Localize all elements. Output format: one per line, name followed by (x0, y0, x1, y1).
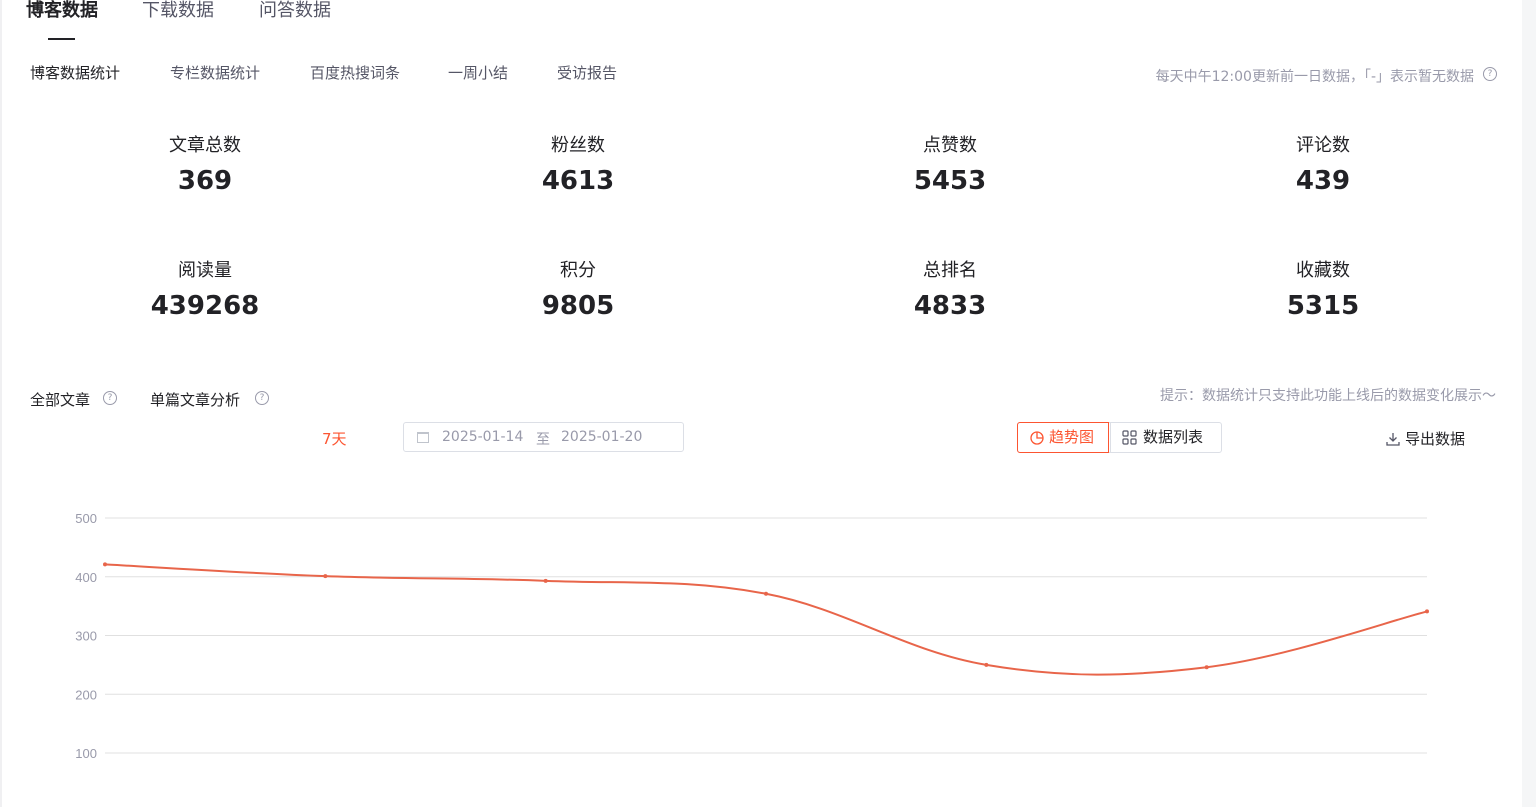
data-list-button[interactable]: 数据列表 (1110, 423, 1222, 452)
series-line (104, 563, 1428, 676)
stat-label: 粉丝数 (551, 135, 605, 156)
question-circle-icon[interactable]: ? (255, 391, 269, 405)
stat-rank: 总排名 4833 (840, 259, 1060, 321)
download-icon (1386, 433, 1400, 446)
trend-chart-svg: 100 200 300 400 500 (75, 511, 1429, 761)
stat-views: 阅读量 439268 (95, 259, 315, 321)
stat-label: 收藏数 (1296, 260, 1350, 281)
stat-value: 5315 (1286, 291, 1360, 321)
stat-value: 9805 (541, 291, 615, 321)
subtab-weekly-summary[interactable]: 一周小结 (448, 62, 508, 83)
y-tick-label: 500 (75, 511, 97, 526)
y-tick-label: 200 (75, 687, 97, 702)
stat-points: 积分 9805 (468, 259, 688, 321)
data-list-label: 数据列表 (1143, 428, 1204, 446)
export-data-button[interactable]: 导出数据 (1385, 428, 1465, 449)
data-point[interactable] (1425, 609, 1429, 614)
trend-chart-label: 趋势图 (1049, 428, 1095, 446)
stat-comments: 评论数 439 (1213, 134, 1433, 196)
data-point[interactable] (103, 562, 107, 567)
stat-value: 4613 (541, 166, 615, 196)
subtab-baidu-hot[interactable]: 百度热搜词条 (310, 62, 400, 83)
stat-value: 5453 (913, 166, 987, 196)
stat-fans: 粉丝数 4613 (468, 134, 688, 196)
subtab-column-stats[interactable]: 专栏数据统计 (170, 62, 260, 83)
subtab-visit-report[interactable]: 受访报告 (557, 62, 617, 83)
start-date[interactable]: 2025-01-14 (442, 429, 523, 445)
update-note: 每天中午12:00更新前一日数据，「-」表示暂无数据 (1155, 69, 1474, 85)
tab-download-data[interactable]: 下载数据 (142, 0, 214, 22)
data-point[interactable] (984, 662, 989, 667)
y-tick-label: 100 (75, 746, 97, 761)
stat-value: 439 (1295, 166, 1351, 196)
stat-label: 文章总数 (169, 135, 241, 156)
active-tab-indicator (48, 38, 75, 40)
stat-label: 点赞数 (923, 135, 977, 156)
date-separator: 至 (536, 432, 550, 448)
data-point[interactable] (543, 578, 548, 583)
tab-all-articles[interactable]: 全部文章 (30, 389, 90, 410)
calendar-icon (417, 432, 429, 443)
range-7-days-button[interactable]: 7天 (322, 428, 347, 449)
pie-chart-icon (1030, 431, 1044, 445)
question-circle-icon[interactable]: ? (103, 391, 117, 405)
blog-data-page: 博客数据 下载数据 问答数据 博客数据统计 专栏数据统计 百度热搜词条 一周小结… (0, 0, 1536, 807)
hint-text: 提示：数据统计只支持此功能上线后的数据变化展示～ (1160, 388, 1496, 404)
stat-value: 369 (177, 166, 233, 196)
export-label: 导出数据 (1405, 430, 1466, 448)
subtab-blog-stats[interactable]: 博客数据统计 (30, 62, 120, 83)
y-tick-label: 400 (75, 570, 97, 585)
stat-favorites: 收藏数 5315 (1213, 259, 1433, 321)
stat-value: 439268 (150, 291, 260, 321)
data-point[interactable] (764, 591, 768, 596)
date-range-picker[interactable]: 2025-01-14 至 2025-01-20 (403, 422, 684, 452)
stat-likes: 点赞数 5453 (840, 134, 1060, 196)
stat-label: 总排名 (923, 260, 977, 281)
tab-blog-data[interactable]: 博客数据 (26, 0, 98, 22)
stat-value: 4833 (913, 291, 987, 321)
data-point[interactable] (1204, 665, 1209, 670)
question-circle-icon[interactable]: ? (1483, 67, 1497, 81)
grid-icon (1122, 430, 1137, 445)
tab-single-article[interactable]: 单篇文章分析 (150, 389, 240, 410)
trend-chart-button[interactable]: 趋势图 (1017, 422, 1109, 453)
stat-label: 评论数 (1296, 135, 1350, 156)
view-toggle: 趋势图 数据列表 (1017, 422, 1222, 453)
tab-qa-data[interactable]: 问答数据 (259, 0, 331, 22)
stat-label: 积分 (560, 260, 596, 281)
y-tick-label: 300 (75, 629, 97, 644)
stat-label: 阅读量 (178, 260, 232, 281)
end-date[interactable]: 2025-01-20 (561, 429, 642, 445)
stat-articles: 文章总数 369 (95, 134, 315, 196)
trend-chart: 100 200 300 400 500 (0, 480, 1536, 807)
data-point[interactable] (323, 574, 328, 579)
